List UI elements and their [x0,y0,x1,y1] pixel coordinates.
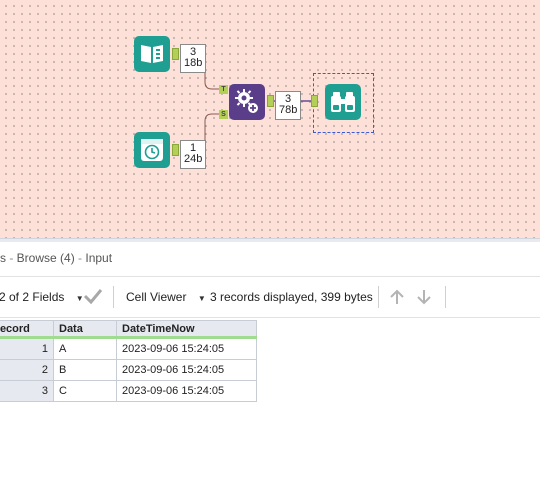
input-output-anchor[interactable] [172,48,179,60]
records-summary: 3 records displayed, 399 bytes [210,290,373,304]
fields-selector[interactable]: 2 of 2 Fields ▼ [0,290,84,304]
table-row[interactable]: 3 C 2023-09-06 15:24:05 [0,380,257,402]
viewer-label: Cell Viewer [126,290,187,304]
datetime-cell[interactable]: 2023-09-06 15:24:05 [116,359,257,381]
workflow-canvas[interactable]: 3 18b 1 24b T S 3 78b [0,0,540,238]
results-grid[interactable]: Record Data DateTimeNow 1 A 2023-09-06 1… [0,320,257,402]
data-cell[interactable]: C [53,380,117,402]
table-row[interactable]: 1 A 2023-09-06 15:24:05 [0,337,257,360]
column-header-data[interactable]: Data [53,320,117,339]
input-data-tool[interactable] [134,36,170,72]
badge-size: 18b [184,57,203,69]
column-header-record[interactable]: Record [0,320,54,339]
browse-input-anchor[interactable] [311,95,318,107]
badge-size: 24b [184,153,203,165]
toolbar-separator [113,286,114,308]
toolbar-separator [378,286,379,308]
chevron-down-icon: ▼ [197,294,206,303]
cell-viewer-dropdown[interactable]: Cell Viewer ▼ [126,290,206,304]
record-number: 2 [0,359,54,381]
title-sub: Input [85,251,113,265]
anchor-label-t: T [219,85,228,94]
column-header-datetimenow[interactable]: DateTimeNow [116,320,257,339]
divider [0,276,540,277]
binoculars-icon [331,92,355,112]
book-icon [141,45,163,63]
record-number: 3 [0,380,54,402]
title-separator: - [6,251,17,265]
connection-wires [180,55,316,151]
datetime-record-badge: 1 24b [180,140,206,169]
table-row[interactable]: 2 B 2023-09-06 15:24:05 [0,359,257,381]
browse-tool[interactable] [325,84,361,120]
anchor-label-s: S [219,110,228,119]
checkmark-icon[interactable] [83,287,103,308]
record-number: 1 [0,337,54,360]
title-separator: - [74,251,86,265]
grid-header-row: Record Data DateTimeNow [0,320,257,339]
results-title: s - Browse (4) - Input [0,251,112,265]
append-output-anchor[interactable] [267,95,274,107]
arrow-down-icon[interactable] [415,288,433,309]
datetime-tool[interactable] [134,132,170,168]
clock-icon [141,139,163,161]
pane-splitter[interactable] [0,238,540,242]
title-main: Browse (4) [16,251,75,265]
badge-size: 78b [279,104,298,116]
gears-icon [235,89,258,113]
datetime-cell[interactable]: 2023-09-06 15:24:05 [116,337,257,360]
arrow-up-icon[interactable] [388,288,406,309]
data-cell[interactable]: A [53,337,117,360]
data-cell[interactable]: B [53,359,117,381]
append-record-badge: 3 78b [275,91,301,120]
datetime-cell[interactable]: 2023-09-06 15:24:05 [116,380,257,402]
datetime-output-anchor[interactable] [172,144,179,156]
results-toolbar: 2 of 2 Fields ▼ Cell Viewer ▼ 3 records … [0,282,540,312]
fields-label: 2 of 2 Fields [0,290,65,304]
append-fields-tool[interactable] [229,84,265,120]
toolbar-separator [445,286,446,308]
input-record-badge: 3 18b [180,44,206,73]
divider [0,317,540,318]
